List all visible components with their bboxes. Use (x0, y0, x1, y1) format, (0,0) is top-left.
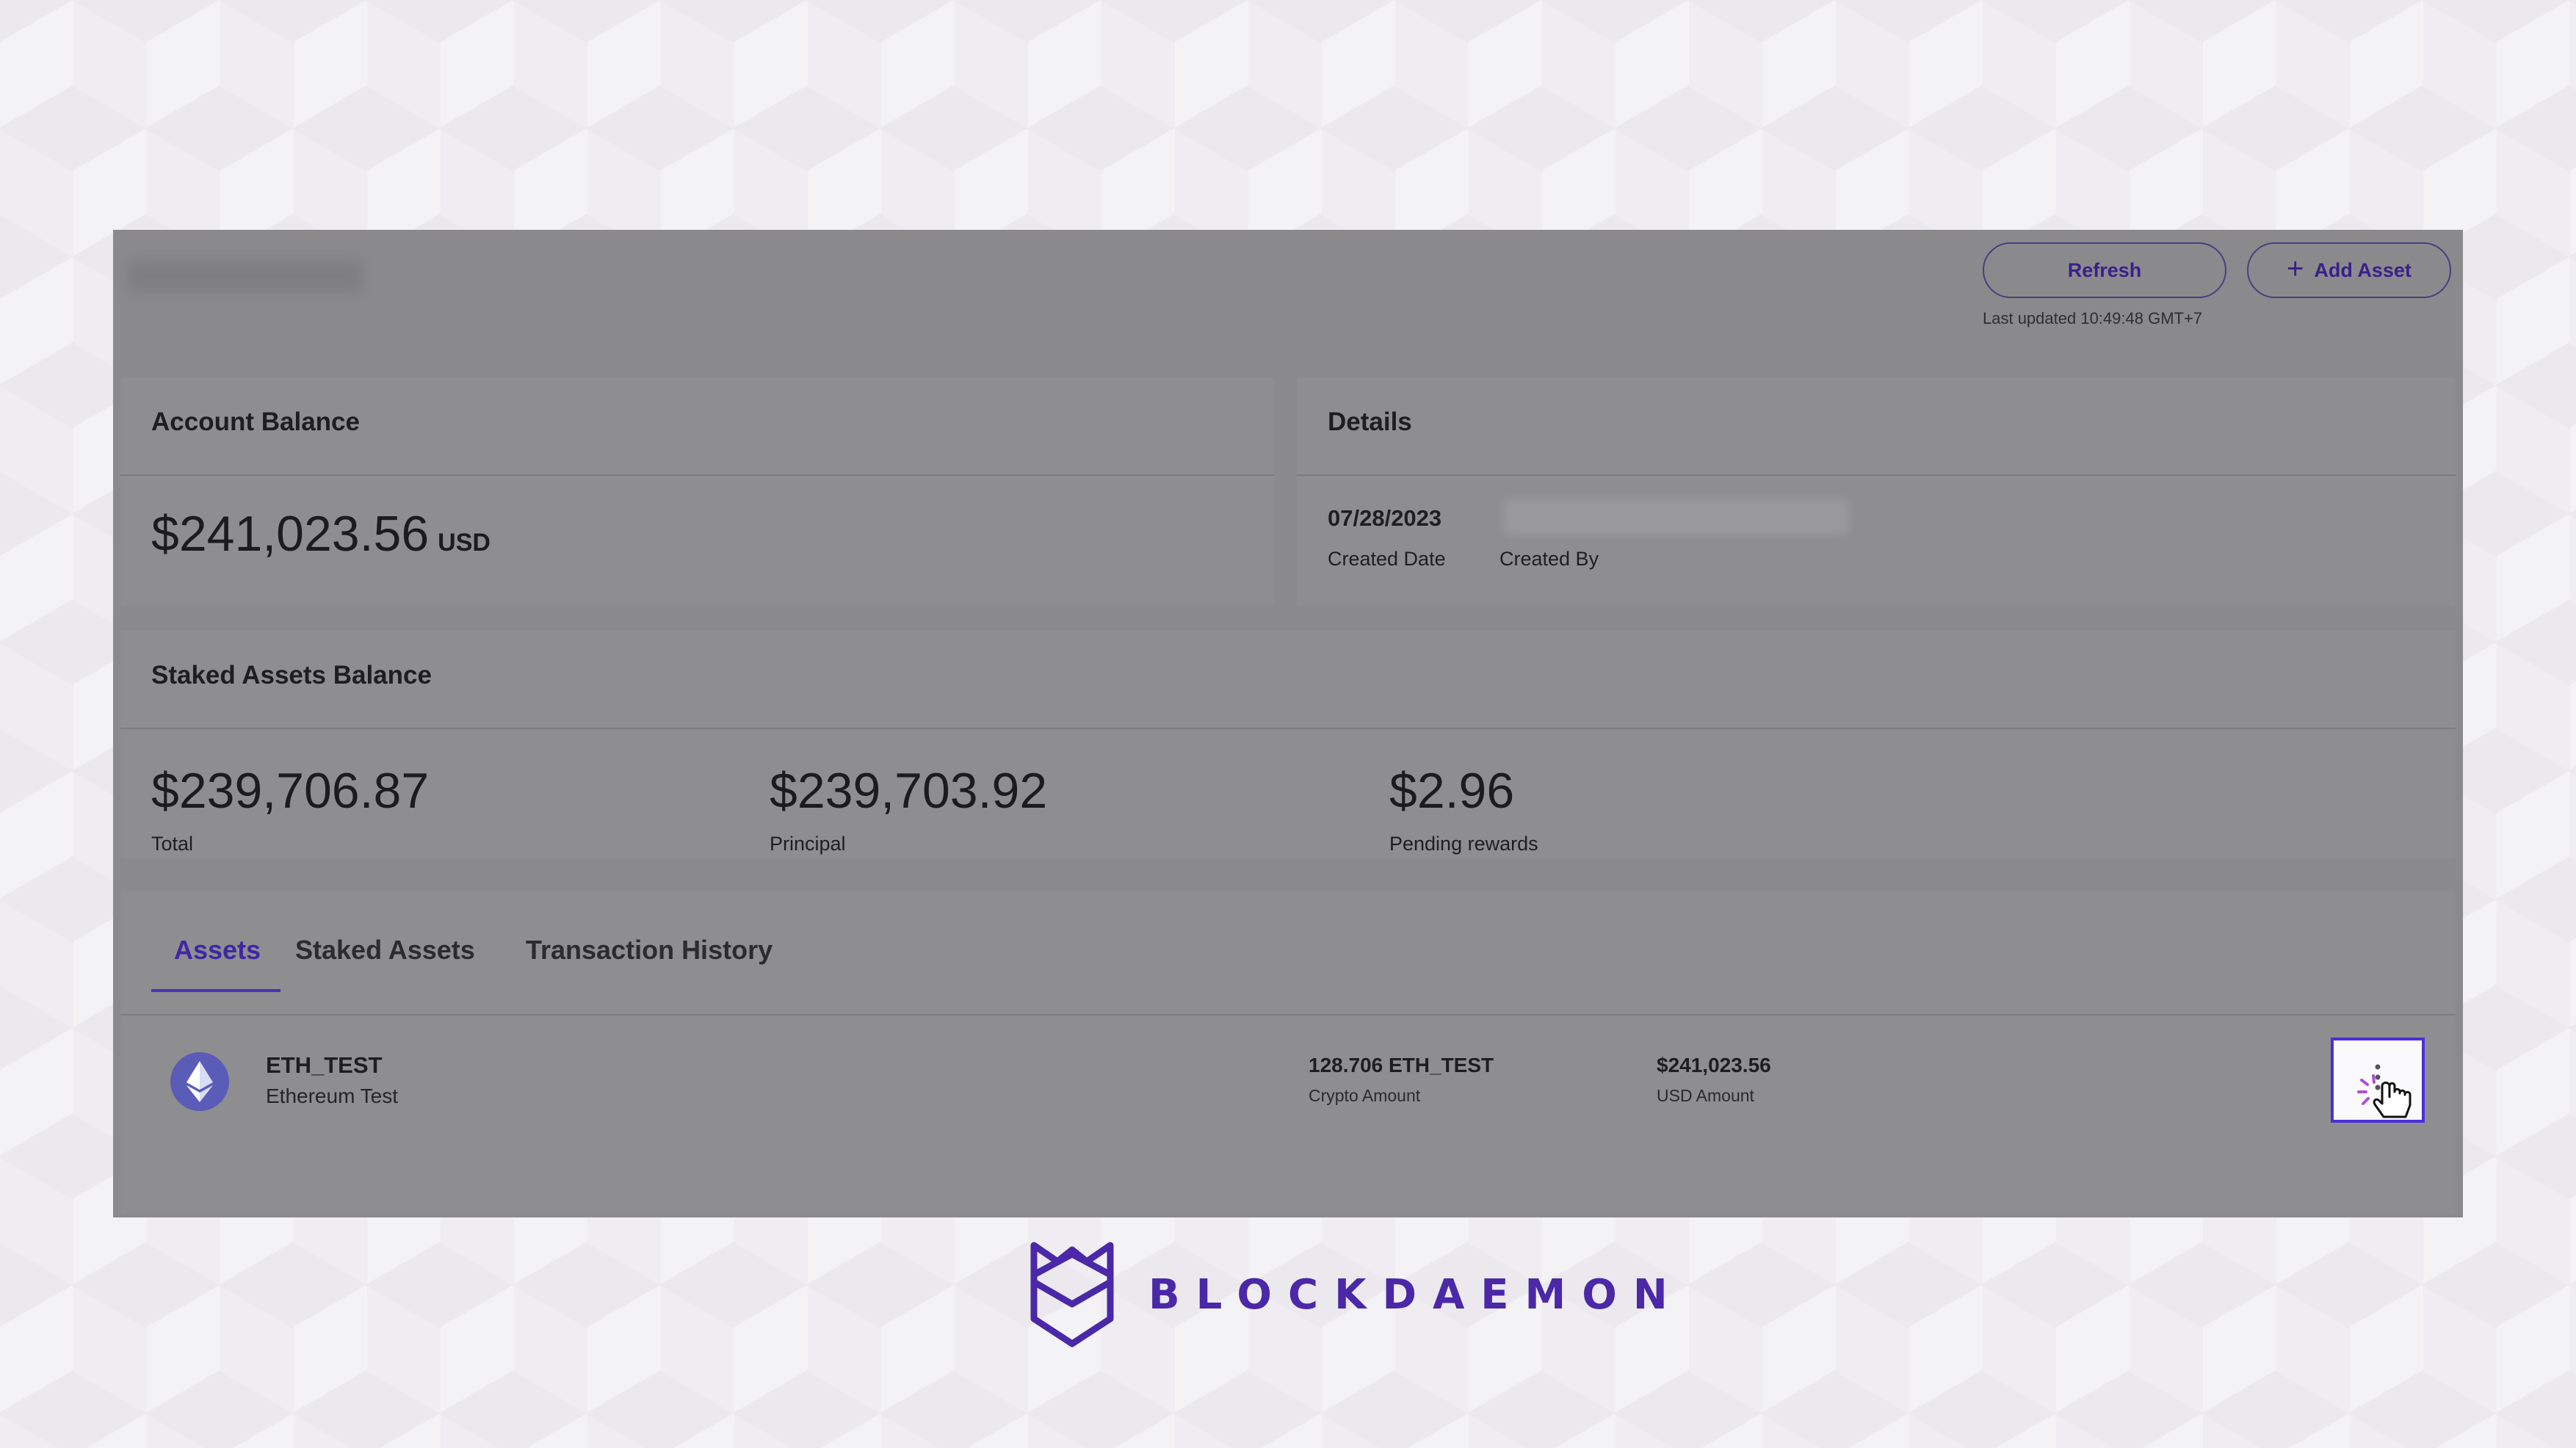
account-balance-title: Account Balance (151, 408, 360, 436)
refresh-button-label: Refresh (2067, 258, 2142, 281)
redacted-created-by (1504, 499, 1849, 535)
usd-amount-label: USD Amount (1657, 1086, 1754, 1105)
created-by-label: Created By (1499, 548, 1599, 570)
blockdaemon-logo: BLOCKDAEMON (1028, 1239, 1684, 1350)
crypto-amount-label: Crypto Amount (1309, 1086, 1421, 1105)
tab-staked-assets[interactable]: Staked Assets (295, 935, 475, 966)
staked-assets-balance-card: Staked Assets Balance $239,706.87 Total … (120, 630, 2456, 859)
tab-transaction-history[interactable]: Transaction History (526, 935, 773, 966)
ethereum-icon (170, 1052, 229, 1111)
add-asset-label: Add Asset (2314, 258, 2412, 281)
account-balance-value: $241,023.56 (151, 506, 430, 562)
card-header: Account Balance (120, 377, 1275, 476)
card-header: Staked Assets Balance (120, 630, 2456, 729)
assets-tabs-card: Assets Staked Assets Transaction History… (120, 891, 2456, 1214)
pending-rewards-label: Pending rewards (1389, 833, 1538, 855)
click-burst-icon (2357, 1074, 2376, 1105)
asset-actions-menu-button[interactable] (2331, 1038, 2425, 1123)
app-screenshot: Refresh + Add Asset Last updated 10:49:4… (113, 230, 2463, 1217)
details-card: Details 07/28/2023 Created Date Created … (1297, 377, 2456, 606)
staked-principal-label: Principal (770, 833, 846, 855)
crypto-amount-value: 128.706 ETH_TEST (1309, 1054, 1494, 1076)
tabs-divider (120, 1014, 2456, 1016)
staked-total-value: $239,706.87 (151, 763, 430, 819)
last-updated-text: Last updated 10:49:48 GMT+7 (1983, 309, 2203, 327)
created-date-value: 07/28/2023 (1328, 505, 1442, 531)
details-title: Details (1328, 408, 1412, 436)
staked-total-label: Total (151, 833, 194, 855)
blockdaemon-mark-icon (1030, 1242, 1114, 1347)
account-balance-amount: $241,023.56 USD (151, 509, 491, 559)
kebab-menu-icon (2357, 1064, 2412, 1118)
tab-assets[interactable]: Assets (174, 935, 261, 966)
pending-rewards-value: $2.96 (1389, 763, 1515, 819)
account-balance-card: Account Balance $241,023.56 USD (120, 377, 1275, 606)
brand-wordmark: BLOCKDAEMON (1148, 1270, 1684, 1319)
refresh-button[interactable]: Refresh (1983, 242, 2226, 298)
created-date-label: Created Date (1328, 548, 1446, 570)
staked-assets-balance-title: Staked Assets Balance (151, 661, 432, 689)
add-asset-button[interactable]: + Add Asset (2247, 242, 2451, 298)
asset-name: Ethereum Test (266, 1085, 399, 1107)
usd-amount-value: $241,023.56 (1657, 1054, 1771, 1076)
redacted-account-name (128, 259, 363, 293)
asset-symbol[interactable]: ETH_TEST (266, 1052, 382, 1079)
staked-principal-value: $239,703.92 (770, 763, 1048, 819)
plus-icon: + (2287, 253, 2304, 285)
currency-code: USD (438, 529, 491, 557)
active-tab-indicator (151, 989, 281, 992)
card-header: Details (1297, 377, 2456, 476)
